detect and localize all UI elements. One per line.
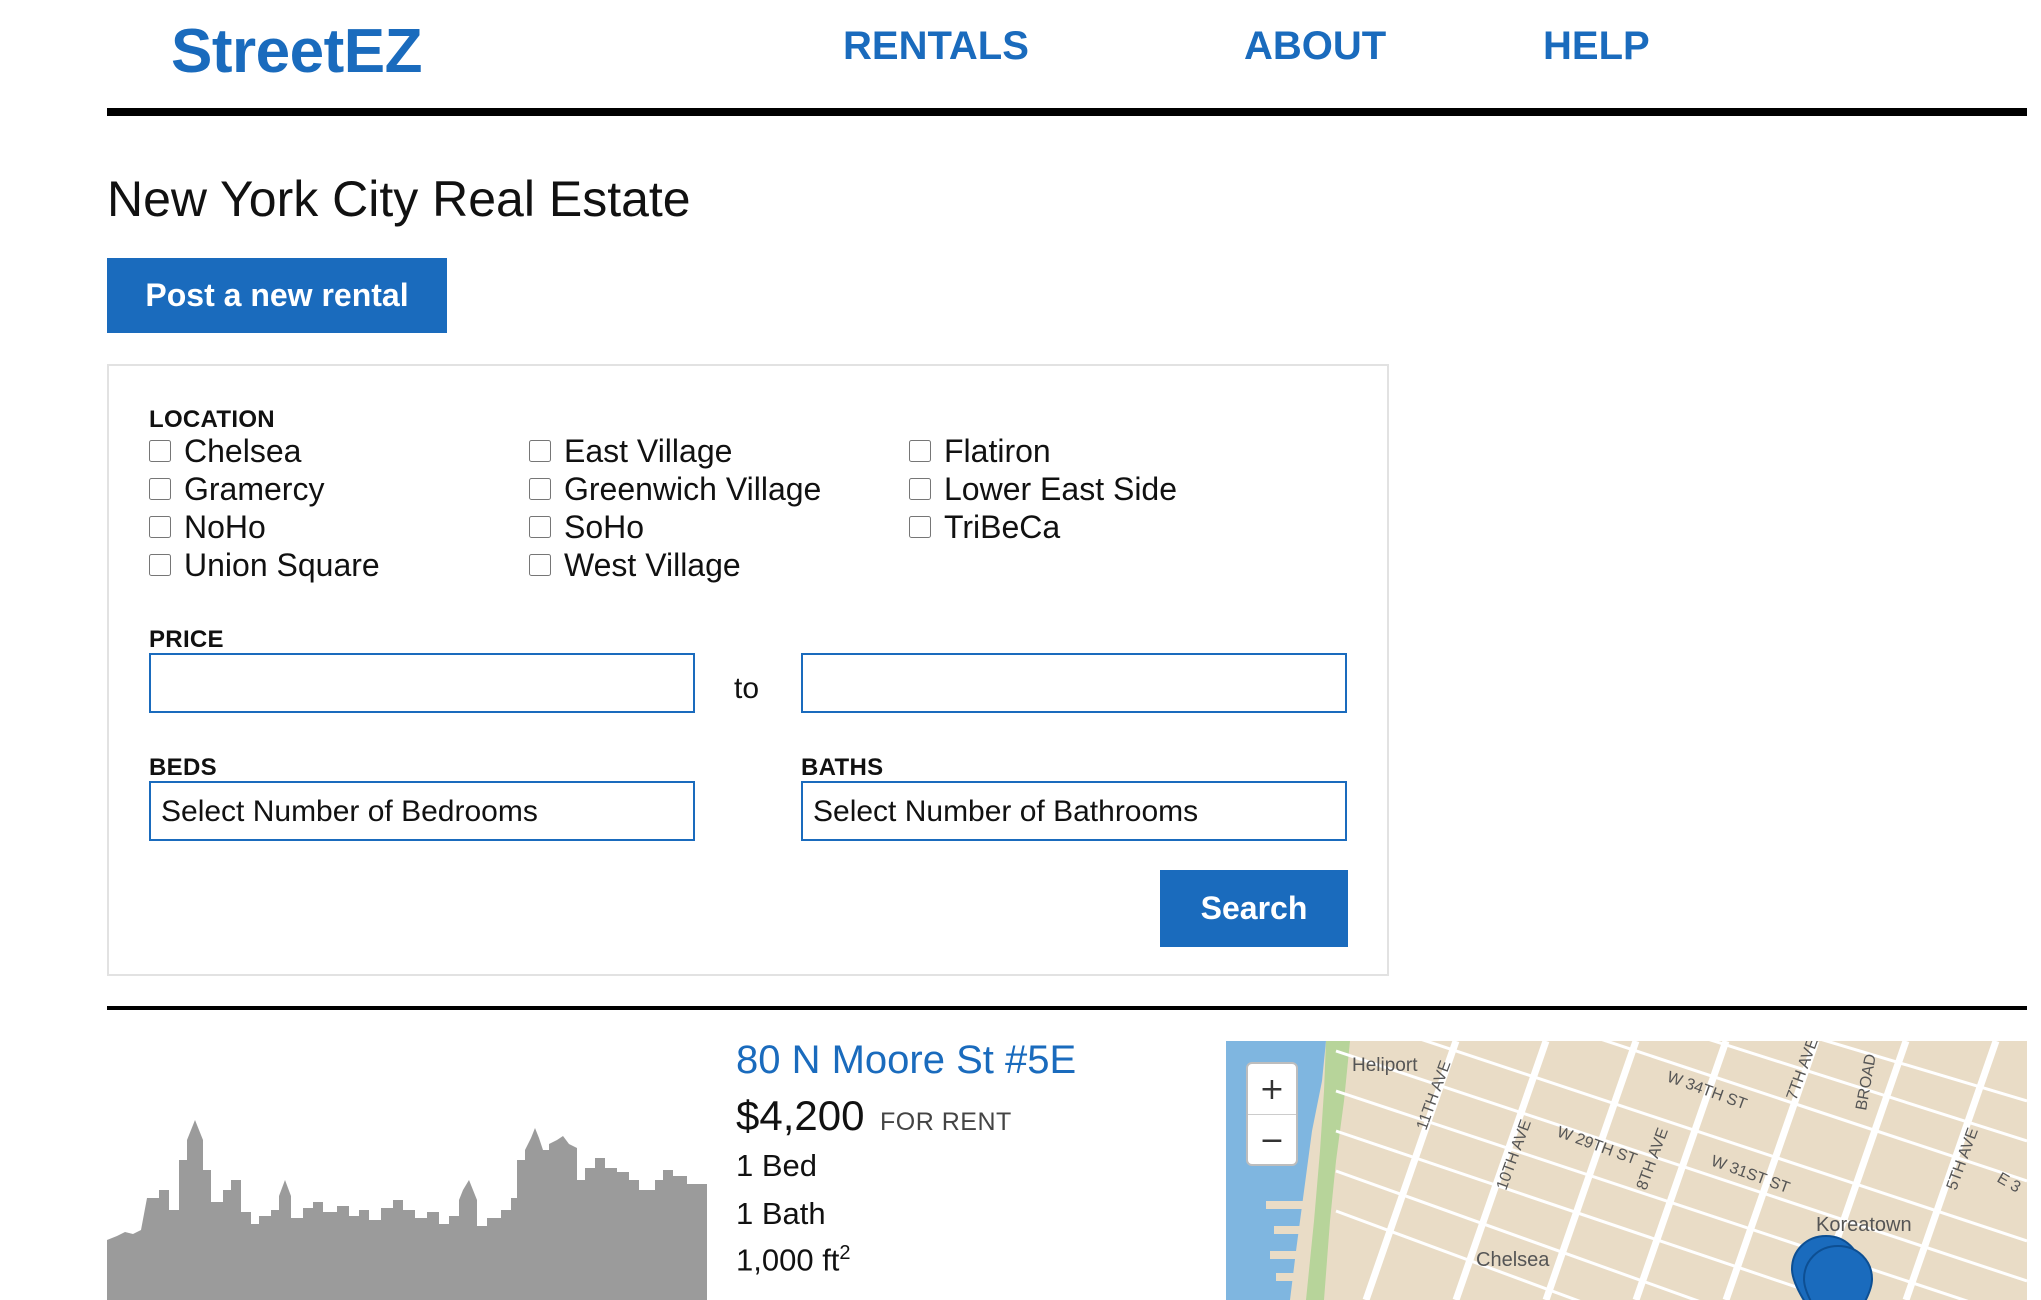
location-option-label: NoHo [184,508,266,545]
listing-baths: 1 Bath [736,1196,826,1231]
baths-label: BATHS [801,754,884,781]
lower-east-side-checkbox[interactable] [909,478,931,500]
location-option-label: Chelsea [184,432,302,469]
location-option-label: East Village [564,432,733,469]
post-new-rental-button[interactable]: Post a new rental [107,258,447,333]
map-zoom-control: + − [1246,1062,1298,1166]
zoom-in-button[interactable]: + [1248,1064,1296,1114]
location-option-label: Flatiron [944,432,1051,469]
beds-label: BEDS [149,754,217,781]
price-max-input[interactable] [801,653,1347,713]
location-option-label: Greenwich Village [564,470,822,507]
map-tiles: Heliport 11TH AVE 10TH AVE W 29TH ST 8TH… [1226,1041,2027,1300]
location-option-label: Lower East Side [944,470,1178,507]
price-to-label: to [734,672,760,705]
page-title: New York City Real Estate [107,171,691,227]
location-option-noho[interactable]: NoHo [149,508,266,546]
listing-title-link[interactable]: 80 N Moore St #5E [736,1038,1076,1083]
location-option-east-village[interactable]: East Village [529,432,732,470]
east-village-checkbox[interactable] [529,440,551,462]
listing-area-unit-superscript: 2 [839,1242,851,1264]
listing-status-badge: FOR RENT [880,1108,1012,1136]
listing-price: $4,200 [736,1092,865,1139]
flatiron-checkbox[interactable] [909,440,931,462]
listing-area: 1,000 ft2 [736,1242,851,1278]
listing-skyline-image[interactable] [107,1040,707,1300]
beds-select[interactable]: Select Number of Bedrooms [149,781,695,841]
noho-checkbox[interactable] [149,516,171,538]
gramercy-checkbox[interactable] [149,478,171,500]
skyline-silhouette-icon [107,1120,707,1300]
location-option-west-village[interactable]: West Village [529,546,741,584]
logo[interactable]: StreetEZ [171,16,422,87]
location-option-gramercy[interactable]: Gramercy [149,470,324,508]
location-option-label: SoHo [564,508,645,545]
tribeca-checkbox[interactable] [909,516,931,538]
location-option-label: Union Square [184,546,380,583]
map-label-heliport: Heliport [1352,1055,1418,1076]
location-option-label: Gramercy [184,470,325,507]
chelsea-checkbox[interactable] [149,440,171,462]
location-option-soho[interactable]: SoHo [529,508,644,546]
results-divider [107,1006,2027,1010]
location-option-greenwich-village[interactable]: Greenwich Village [529,470,821,508]
baths-select[interactable]: Select Number of Bathrooms [801,781,1347,841]
location-option-label: West Village [564,546,741,583]
location-option-union-square[interactable]: Union Square [149,546,380,584]
price-label: PRICE [149,626,224,653]
location-option-flatiron[interactable]: Flatiron [909,432,1051,470]
location-option-label: TriBeCa [944,508,1061,545]
greenwich-village-checkbox[interactable] [529,478,551,500]
map-label-koreatown: Koreatown [1816,1214,1912,1236]
location-option-tribeca[interactable]: TriBeCa [909,508,1060,546]
nav-about[interactable]: ABOUT [1244,24,1386,69]
map-label-chelsea: Chelsea [1476,1249,1550,1271]
listing-area-value: 1,000 ft [736,1242,840,1278]
union-square-checkbox[interactable] [149,554,171,576]
search-button[interactable]: Search [1160,870,1348,947]
west-village-checkbox[interactable] [529,554,551,576]
location-option-lower-east-side[interactable]: Lower East Side [909,470,1177,508]
nav-help[interactable]: HELP [1543,24,1650,69]
location-option-chelsea[interactable]: Chelsea [149,432,301,470]
zoom-out-button[interactable]: − [1248,1115,1296,1165]
nav-rentals[interactable]: RENTALS [843,24,1029,69]
location-label: LOCATION [149,406,275,433]
listing-beds: 1 Bed [736,1148,818,1183]
price-min-input[interactable] [149,653,695,713]
soho-checkbox[interactable] [529,516,551,538]
header-divider [107,108,2027,116]
listing-map[interactable]: Heliport 11TH AVE 10TH AVE W 29TH ST 8TH… [1226,1041,2027,1300]
